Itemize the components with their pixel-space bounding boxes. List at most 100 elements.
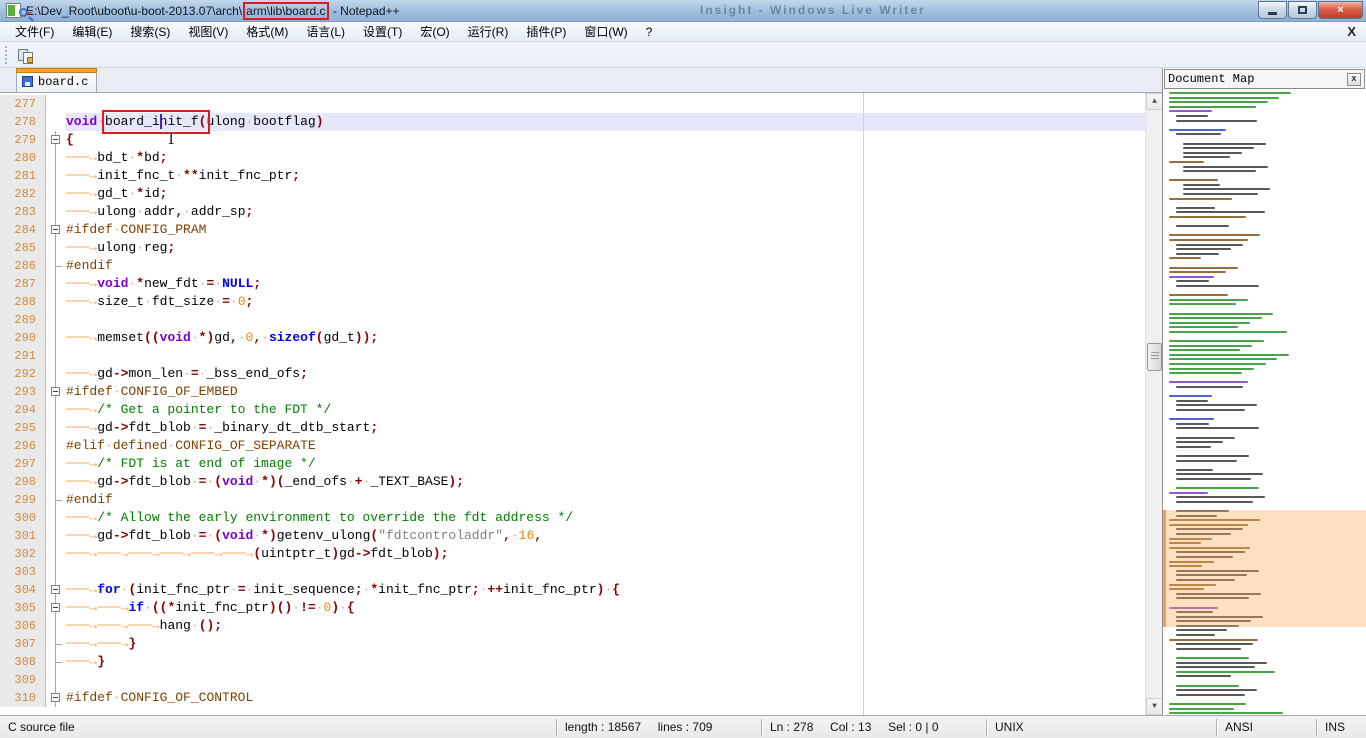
map-mini-line — [1169, 92, 1292, 94]
vertical-scrollbar[interactable]: ▲ ▼ — [1145, 93, 1162, 715]
code-line-297[interactable]: 297 ───→/* FDT is at end of image */ — [0, 455, 1145, 473]
minimize-button[interactable] — [1258, 1, 1287, 19]
fold-margin — [46, 275, 66, 293]
fold-margin — [46, 311, 66, 329]
fold-margin[interactable] — [46, 221, 66, 239]
map-mini-line — [1169, 298, 1248, 301]
map-mini-line — [1169, 707, 1234, 710]
line-number: 292 — [0, 365, 46, 383]
maximize-button[interactable] — [1288, 1, 1317, 19]
map-mini-line — [1176, 657, 1249, 660]
code-line-307[interactable]: 307 ───→───→} — [0, 635, 1145, 653]
map-mini-line — [1176, 693, 1245, 696]
fold-margin[interactable] — [46, 689, 66, 707]
fold-margin — [46, 527, 66, 545]
document-map-body[interactable] — [1163, 90, 1366, 715]
fold-margin[interactable] — [46, 131, 66, 149]
menu-item[interactable]: 插件(P) — [517, 23, 575, 41]
code-line-288[interactable]: 288 ───→size_t·fdt_size·=·0; — [0, 293, 1145, 311]
code-line-280[interactable]: 280 ───→bd_t·*bd; — [0, 149, 1145, 167]
close-document-button[interactable]: X — [1347, 24, 1356, 39]
fold-margin[interactable] — [46, 581, 66, 599]
document-map-viewport[interactable] — [1163, 510, 1366, 627]
map-mini-line — [1176, 386, 1243, 388]
menu-item[interactable]: 视图(V) — [179, 23, 237, 41]
code-line-296[interactable]: 296 #elif·defined·CONFIG_OF_SEPARATE — [0, 437, 1145, 455]
code-line-305[interactable]: 305 ───→───→if·((*init_fnc_ptr)()·!=·0)·{ — [0, 599, 1145, 617]
map-mini-line — [1169, 128, 1227, 131]
mouse-ibeam-cursor: I — [168, 129, 175, 148]
menu-item[interactable]: 编辑(E) — [63, 23, 121, 41]
code-line-293[interactable]: 293 #ifdef·CONFIG_OF_EMBED — [0, 383, 1145, 401]
code-line-290[interactable]: 290 ───→memset((void·*)gd,·0,·sizeof(gd_t… — [0, 329, 1145, 347]
code-line-294[interactable]: 294 ───→/* Get a pointer to the FDT */ — [0, 401, 1145, 419]
code-line-285[interactable]: 285 ───→ulong·reg; — [0, 239, 1145, 257]
code-line-303[interactable]: 303 — [0, 563, 1145, 581]
scroll-down-arrow[interactable]: ▼ — [1146, 698, 1162, 715]
map-mini-line — [1167, 262, 1364, 264]
code-line-283[interactable]: 283 ───→ulong·addr,·addr_sp; — [0, 203, 1145, 221]
map-mini-line — [1176, 225, 1230, 228]
menu-item[interactable]: 宏(O) — [411, 23, 458, 41]
line-number: 278 — [0, 113, 46, 131]
code-line-295[interactable]: 295 ───→gd->fdt_blob·=·_binary_dt_dtb_sta… — [0, 419, 1145, 437]
code-editor[interactable]: 277 278 void·board_init_f(ulong·bootflag) 2… — [0, 93, 1162, 715]
map-mini-line — [1167, 432, 1364, 434]
fold-margin[interactable] — [46, 383, 66, 401]
code-line-300[interactable]: 300 ───→/* Allow the early environment to… — [0, 509, 1145, 527]
sync-vertical-scroll-button[interactable] — [14, 44, 36, 66]
menu-item[interactable]: 语言(L) — [297, 23, 354, 41]
menu-item[interactable]: 格式(M) — [237, 23, 297, 41]
fold-margin — [46, 563, 66, 581]
code-line-304[interactable]: 304 ───→for·(init_fnc_ptr·=·init_sequence… — [0, 581, 1145, 599]
status-encoding[interactable]: ANSI — [1216, 718, 1316, 736]
map-mini-line — [1183, 156, 1231, 159]
code-text: ───→size_t·fdt_size·=·0; — [66, 294, 254, 309]
zoom-in-button[interactable]: + — [14, 0, 36, 4]
status-eol-format[interactable]: UNIX — [986, 718, 1216, 736]
code-line-289[interactable]: 289 — [0, 311, 1145, 329]
code-line-281[interactable]: 281 ───→init_fnc_t·**init_fnc_ptr; — [0, 167, 1145, 185]
code-line-306[interactable]: 306 ───→───→───→hang·(); — [0, 617, 1145, 635]
code-line-286[interactable]: 286 #endif — [0, 257, 1145, 275]
code-line-308[interactable]: 308 ───→} — [0, 653, 1145, 671]
menu-item[interactable]: 文件(F) — [6, 23, 63, 41]
code-line-284[interactable]: 284 #ifdef·CONFIG_PRAM — [0, 221, 1145, 239]
document-map-close-button[interactable]: x — [1347, 72, 1361, 86]
code-text: ───→gd_t·*id; — [66, 186, 168, 201]
menu-item[interactable]: 搜索(S) — [121, 23, 179, 41]
code-line-287[interactable]: 287 ───→void·*new_fdt·=·NULL; — [0, 275, 1145, 293]
menu-item[interactable]: 窗口(W) — [575, 23, 636, 41]
map-mini-line — [1183, 142, 1266, 145]
code-line-282[interactable]: 282 ───→gd_t·*id; — [0, 185, 1145, 203]
map-mini-line — [1176, 119, 1257, 122]
zoom-out-button[interactable]: − — [14, 4, 36, 26]
scroll-up-arrow[interactable]: ▲ — [1146, 93, 1162, 110]
map-mini-line — [1169, 418, 1215, 421]
fold-margin — [46, 455, 66, 473]
map-mini-line — [1169, 340, 1264, 343]
map-mini-line — [1169, 275, 1215, 278]
scrollbar-thumb[interactable] — [1147, 343, 1162, 371]
line-number: 286 — [0, 257, 46, 275]
code-line-302[interactable]: 302 ───→───→───→───→───→───→(uintptr_t)gd… — [0, 545, 1145, 563]
code-line-310[interactable]: 310 #ifdef·CONFIG_OF_CONTROL — [0, 689, 1145, 707]
fold-margin — [46, 653, 66, 671]
map-mini-line — [1176, 133, 1222, 136]
fold-margin[interactable] — [46, 599, 66, 617]
menu-item[interactable]: ? — [637, 23, 662, 41]
close-button[interactable]: × — [1318, 1, 1363, 19]
code-line-292[interactable]: 292 ───→gd->mon_len·=·_bss_end_ofs; — [0, 365, 1145, 383]
code-line-298[interactable]: 298 ───→gd->fdt_blob·=·(void·*)(_end_ofs·… — [0, 473, 1145, 491]
fold-margin — [46, 509, 66, 527]
tab-board.c[interactable]: board.c — [15, 68, 98, 92]
menu-item[interactable]: 运行(R) — [459, 23, 518, 41]
map-mini-line — [1169, 197, 1233, 200]
code-line-301[interactable]: 301 ───→gd->fdt_blob·=·(void·*)getenv_ulo… — [0, 527, 1145, 545]
code-line-309[interactable]: 309 — [0, 671, 1145, 689]
code-line-299[interactable]: 299 #endif — [0, 491, 1145, 509]
menu-item[interactable]: 设置(T) — [354, 23, 411, 41]
code-line-291[interactable]: 291 — [0, 347, 1145, 365]
status-insert-mode[interactable]: INS — [1316, 718, 1366, 736]
map-mini-line — [1183, 183, 1221, 186]
